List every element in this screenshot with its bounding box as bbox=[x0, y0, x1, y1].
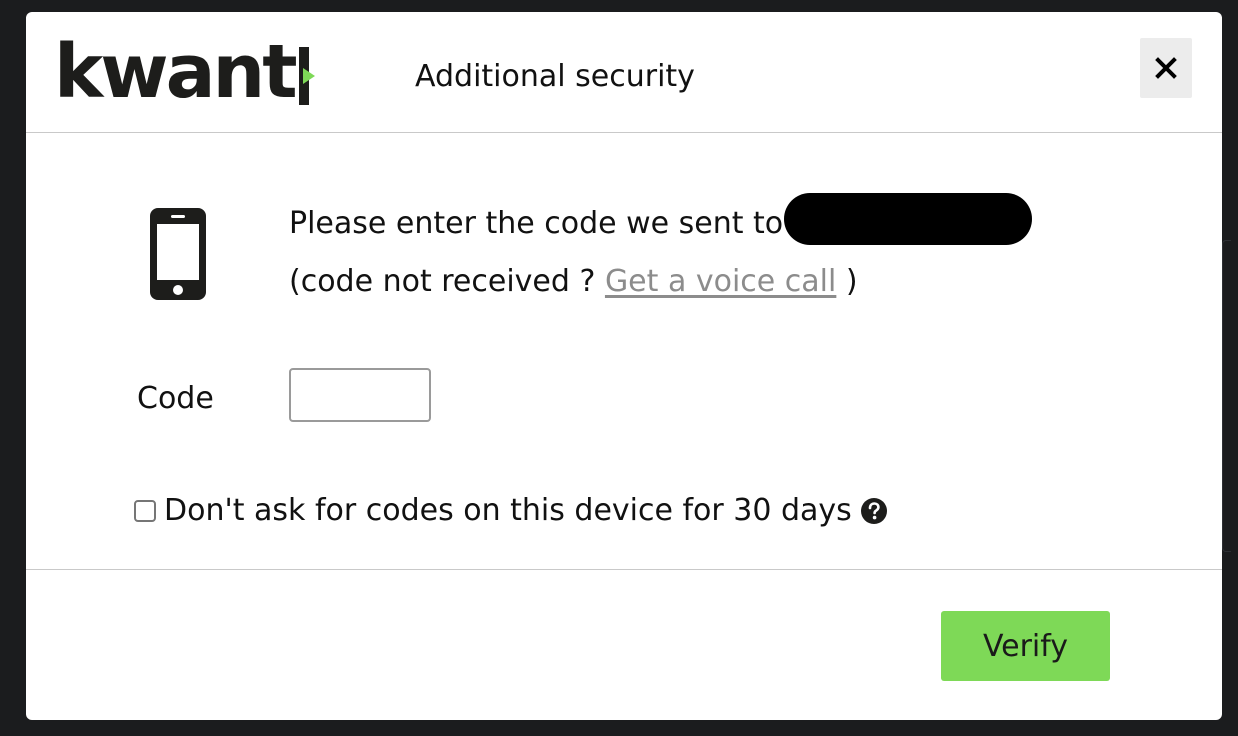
mobile-phone-icon bbox=[150, 208, 206, 300]
dialog-header: kwant Additional security bbox=[26, 12, 1222, 133]
code-label: Code bbox=[137, 381, 214, 416]
background-panel-edge bbox=[1222, 240, 1231, 552]
code-not-received-prefix: (code not received ? bbox=[289, 264, 605, 299]
verify-button[interactable]: Verify bbox=[941, 611, 1110, 681]
remember-device-row: Don't ask for codes on this device for 3… bbox=[134, 493, 888, 528]
question-circle-icon[interactable] bbox=[860, 497, 888, 525]
logo-play-mark-icon bbox=[298, 47, 323, 105]
dialog-title: Additional security bbox=[415, 59, 695, 94]
remember-device-checkbox[interactable] bbox=[134, 499, 156, 522]
redacted-recipient bbox=[784, 193, 1032, 245]
dialog-body: Please enter the code we sent to (code n… bbox=[26, 133, 1222, 569]
code-not-received-suffix: ) bbox=[836, 264, 858, 299]
kwanti-logo: kwant bbox=[54, 32, 323, 112]
code-input[interactable] bbox=[289, 368, 431, 422]
close-icon bbox=[1155, 57, 1177, 79]
remember-device-label[interactable]: Don't ask for codes on this device for 3… bbox=[164, 493, 852, 528]
logo-wordmark: kwant bbox=[54, 29, 298, 115]
dialog-footer: Verify bbox=[26, 569, 1222, 720]
close-button[interactable] bbox=[1140, 38, 1192, 98]
security-dialog: kwant Additional security Please enter t… bbox=[26, 12, 1222, 720]
code-sent-message: Please enter the code we sent to bbox=[289, 206, 784, 241]
code-not-received-line: (code not received ? Get a voice call ) bbox=[289, 264, 858, 299]
voice-call-link[interactable]: Get a voice call bbox=[605, 264, 836, 299]
